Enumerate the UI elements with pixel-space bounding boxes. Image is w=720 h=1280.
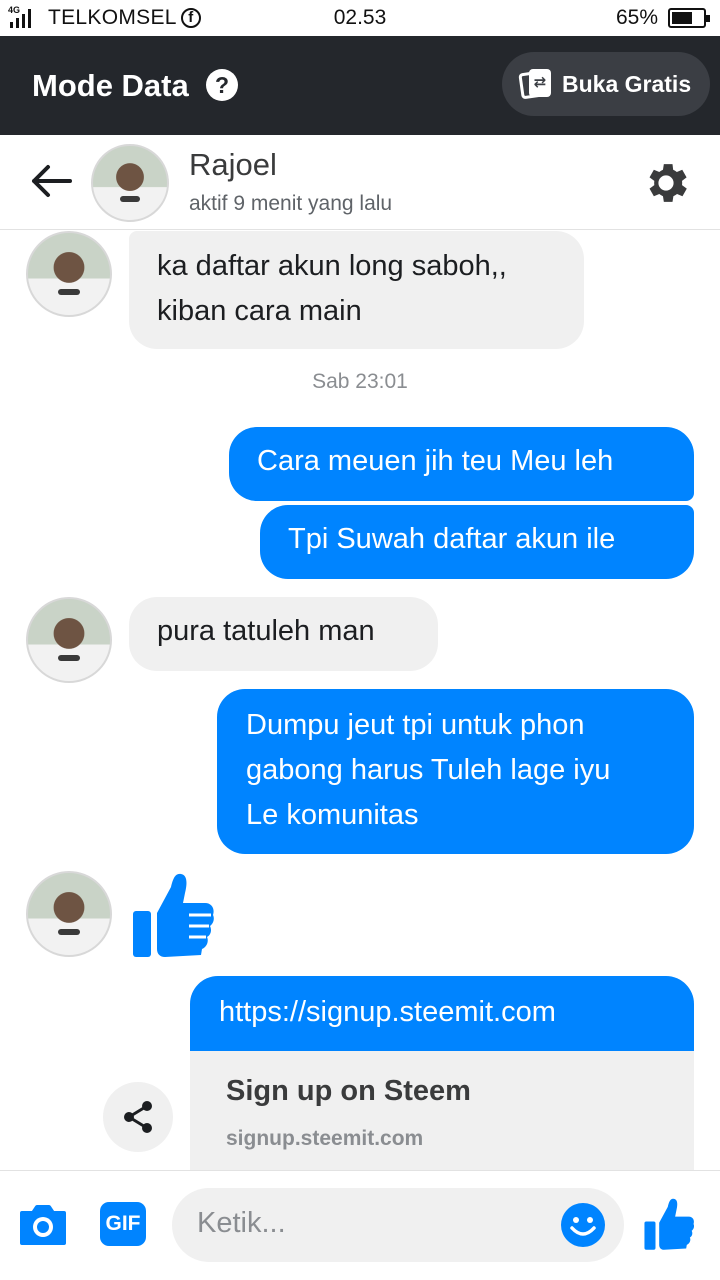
contact-name[interactable]: Rajoel (189, 147, 277, 183)
message-input[interactable]: Ketik... (172, 1188, 624, 1262)
link-preview-card[interactable]: https://signup.steemit.com Sign up on St… (190, 976, 694, 1170)
message-input-placeholder: Ketik... (197, 1207, 286, 1239)
thumbs-up-icon[interactable] (131, 871, 215, 959)
status-bar: 4G TELKOMSEL f 02.53 65% (0, 0, 720, 36)
thumbs-up-icon[interactable] (643, 1197, 695, 1251)
smiley-icon[interactable] (560, 1202, 606, 1248)
incoming-message[interactable]: pura tatuleh man (129, 597, 438, 671)
message-line: kiban cara main (157, 295, 362, 327)
share-icon[interactable] (103, 1082, 173, 1152)
camera-icon[interactable] (18, 1201, 68, 1249)
message-timestamp: Sab 23:01 (312, 370, 408, 393)
sender-avatar[interactable] (26, 597, 112, 683)
link-url[interactable]: https://signup.steemit.com (190, 976, 694, 1051)
link-title[interactable]: Sign up on Steem (226, 1075, 471, 1108)
outgoing-message[interactable]: Dumpu jeut tpi untuk phon gabong harus T… (217, 689, 694, 854)
message-composer: GIF Ketik... (0, 1170, 720, 1280)
status-right: 65% (615, 6, 710, 30)
clock: 02.53 (333, 6, 387, 29)
data-mode-bar: Mode Data ? ⇄ Buka Gratis (0, 36, 720, 135)
sender-avatar[interactable] (26, 871, 112, 957)
sender-avatar[interactable] (26, 231, 112, 317)
data-mode-title: Mode Data (32, 68, 189, 103)
message-line: Dumpu jeut tpi untuk phon (246, 709, 585, 741)
gear-icon[interactable] (640, 157, 692, 209)
battery-icon (668, 8, 710, 28)
open-free-button[interactable]: ⇄ Buka Gratis (502, 52, 710, 116)
battery-percent: 65% (615, 6, 658, 29)
link-domain: signup.steemit.com (226, 1127, 424, 1150)
arrow-left-icon[interactable] (28, 161, 74, 201)
contact-avatar[interactable] (91, 144, 169, 222)
outgoing-message[interactable]: Tpi Suwah daftar akun ile (260, 505, 694, 579)
swap-cards-icon: ⇄ (518, 69, 552, 100)
open-free-label: Buka Gratis (562, 70, 692, 97)
contact-status: aktif 9 menit yang lalu (189, 192, 393, 215)
conversation-header: Rajoel aktif 9 menit yang lalu (0, 135, 720, 230)
incoming-message[interactable]: ka daftar akun long saboh,, kiban cara m… (129, 231, 584, 349)
message-line: Le komunitas (246, 799, 419, 831)
message-line: gabong harus Tuleh lage iyu (246, 754, 611, 786)
message-line: ka daftar akun long saboh,, (157, 250, 507, 282)
outgoing-message[interactable]: Cara meuen jih teu Meu leh (229, 427, 694, 501)
gif-button[interactable]: GIF (100, 1202, 146, 1246)
help-icon[interactable]: ? (206, 69, 238, 101)
message-list[interactable]: ka daftar akun long saboh,, kiban cara m… (0, 231, 720, 1170)
